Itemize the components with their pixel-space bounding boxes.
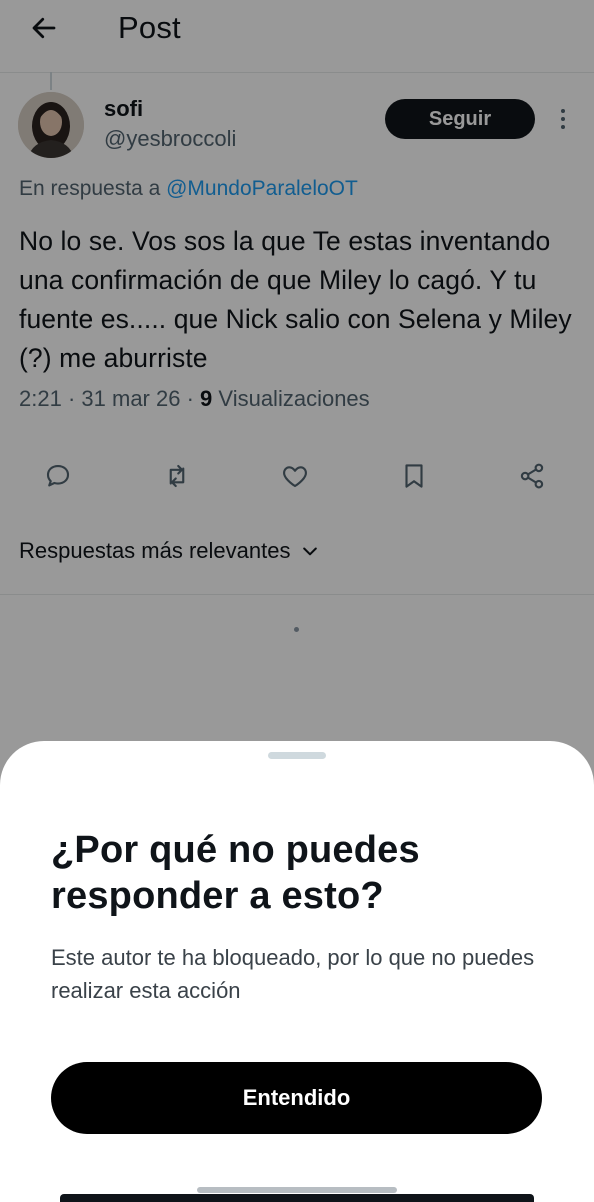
sheet-message: Este autor te ha bloqueado, por lo que n… [51, 945, 535, 1003]
home-indicator[interactable] [197, 1187, 397, 1193]
sheet-title: ¿Por qué no puedes responder a esto? [51, 829, 420, 917]
understood-button[interactable]: Entendido [51, 1062, 542, 1134]
bottom-bar-edge [60, 1194, 534, 1202]
sheet-drag-handle[interactable] [268, 752, 326, 759]
post-screen: Post sofi @yesbroccoli Seguir En respues… [0, 0, 594, 1202]
bottom-sheet: ¿Por qué no puedes responder a esto? Est… [0, 741, 594, 1202]
